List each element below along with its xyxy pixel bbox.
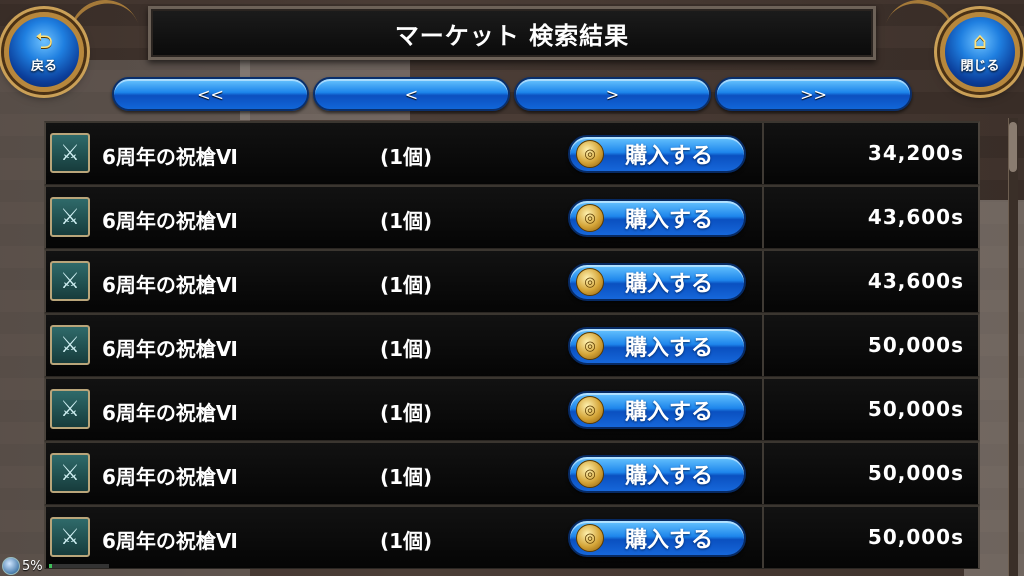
- page-title: マーケット 検索結果: [148, 6, 876, 60]
- coin-icon: ◎: [576, 460, 604, 488]
- first-page-button[interactable]: <<: [112, 77, 309, 111]
- item-quantity: (1個): [380, 209, 433, 233]
- back-arrow-icon: ⮌: [35, 28, 53, 54]
- divider: [762, 315, 764, 376]
- item-name: 6周年の祝槍Ⅵ: [102, 273, 238, 297]
- status-indicator: 5%: [2, 556, 109, 576]
- buy-button[interactable]: ◎ 購入する: [568, 391, 746, 429]
- spear-icon: ⚔: [50, 133, 90, 173]
- item-name: 6周年の祝槍Ⅵ: [102, 209, 238, 233]
- item-quantity: (1個): [380, 401, 433, 425]
- item-name: 6周年の祝槍Ⅵ: [102, 465, 238, 489]
- divider: [762, 443, 764, 504]
- back-button[interactable]: ⮌ 戻る: [4, 12, 84, 92]
- close-button-label: 閉じる: [960, 58, 1000, 74]
- item-price: 43,600s: [867, 205, 964, 229]
- spear-icon: ⚔: [50, 325, 90, 365]
- buy-button[interactable]: ◎ 購入する: [568, 327, 746, 365]
- item-name: 6周年の祝槍Ⅵ: [102, 401, 238, 425]
- prev-page-button[interactable]: <: [313, 77, 510, 111]
- item-price: 43,600s: [867, 269, 964, 293]
- buy-button-label: 購入する: [624, 528, 713, 553]
- next-page-button[interactable]: >: [514, 77, 711, 111]
- spear-icon: ⚔: [50, 517, 90, 557]
- buy-button-label: 購入する: [624, 336, 713, 361]
- buy-button-label: 購入する: [624, 400, 713, 425]
- spear-icon: ⚔: [50, 389, 90, 429]
- listing-row: ⚔ 6周年の祝槍Ⅵ (1個) ◎ 購入する 50,000s: [44, 313, 980, 377]
- listing-row: ⚔ 6周年の祝槍Ⅵ (1個) ◎ 購入する 43,600s: [44, 249, 980, 313]
- divider: [762, 507, 764, 568]
- listing-row: ⚔ 6周年の祝槍Ⅵ (1個) ◎ 購入する 50,000s: [44, 441, 980, 505]
- back-button-label: 戻る: [30, 58, 57, 74]
- item-price: 50,000s: [867, 397, 964, 421]
- item-name: 6周年の祝槍Ⅵ: [102, 145, 238, 169]
- buy-button[interactable]: ◎ 購入する: [568, 519, 746, 557]
- status-percent: 5%: [22, 558, 43, 574]
- listing-row: ⚔ 6周年の祝槍Ⅵ (1個) ◎ 購入する 34,200s: [44, 121, 980, 185]
- divider: [762, 187, 764, 248]
- pagination: << < > >>: [112, 77, 912, 111]
- spear-icon: ⚔: [50, 197, 90, 237]
- progress-bar: [48, 564, 109, 568]
- scrollbar[interactable]: [1008, 118, 1018, 576]
- buy-button[interactable]: ◎ 購入する: [568, 263, 746, 301]
- home-icon: ⌂: [973, 28, 987, 54]
- spear-icon: ⚔: [50, 453, 90, 493]
- item-quantity: (1個): [380, 337, 433, 361]
- item-name: 6周年の祝槍Ⅵ: [102, 337, 238, 361]
- item-price: 34,200s: [867, 141, 964, 165]
- coin-icon: ◎: [576, 204, 604, 232]
- coin-icon: ◎: [576, 332, 604, 360]
- coin-icon: ◎: [576, 524, 604, 552]
- coin-icon: ◎: [576, 396, 604, 424]
- listing-row: ⚔ 6周年の祝槍Ⅵ (1個) ◎ 購入する 43,600s: [44, 185, 980, 249]
- divider: [762, 123, 764, 184]
- item-quantity: (1個): [380, 529, 433, 553]
- progress-bar-fill: [48, 564, 52, 568]
- item-price: 50,000s: [867, 333, 964, 357]
- buy-button-label: 購入する: [624, 464, 713, 489]
- listing-row: ⚔ 6周年の祝槍Ⅵ (1個) ◎ 購入する 50,000s: [44, 505, 980, 569]
- item-quantity: (1個): [380, 145, 433, 169]
- item-name: 6周年の祝槍Ⅵ: [102, 529, 238, 553]
- close-button[interactable]: ⌂ 閉じる: [940, 12, 1020, 92]
- coin-icon: ◎: [576, 140, 604, 168]
- last-page-button[interactable]: >>: [715, 77, 912, 111]
- globe-icon: [2, 557, 20, 575]
- item-price: 50,000s: [867, 525, 964, 549]
- scrollbar-thumb[interactable]: [1009, 122, 1017, 172]
- divider: [762, 379, 764, 440]
- buy-button[interactable]: ◎ 購入する: [568, 135, 746, 173]
- listing-row: ⚔ 6周年の祝槍Ⅵ (1個) ◎ 購入する 50,000s: [44, 377, 980, 441]
- listing-list[interactable]: ⚔ 6周年の祝槍Ⅵ (1個) ◎ 購入する 34,200s ⚔ 6周年の祝槍Ⅵ …: [44, 121, 980, 576]
- item-price: 50,000s: [867, 461, 964, 485]
- buy-button-label: 購入する: [624, 208, 713, 233]
- buy-button[interactable]: ◎ 購入する: [568, 455, 746, 493]
- divider: [762, 251, 764, 312]
- buy-button-label: 購入する: [624, 272, 713, 297]
- buy-button[interactable]: ◎ 購入する: [568, 199, 746, 237]
- coin-icon: ◎: [576, 268, 604, 296]
- buy-button-label: 購入する: [624, 144, 713, 169]
- item-quantity: (1個): [380, 465, 433, 489]
- item-quantity: (1個): [380, 273, 433, 297]
- spear-icon: ⚔: [50, 261, 90, 301]
